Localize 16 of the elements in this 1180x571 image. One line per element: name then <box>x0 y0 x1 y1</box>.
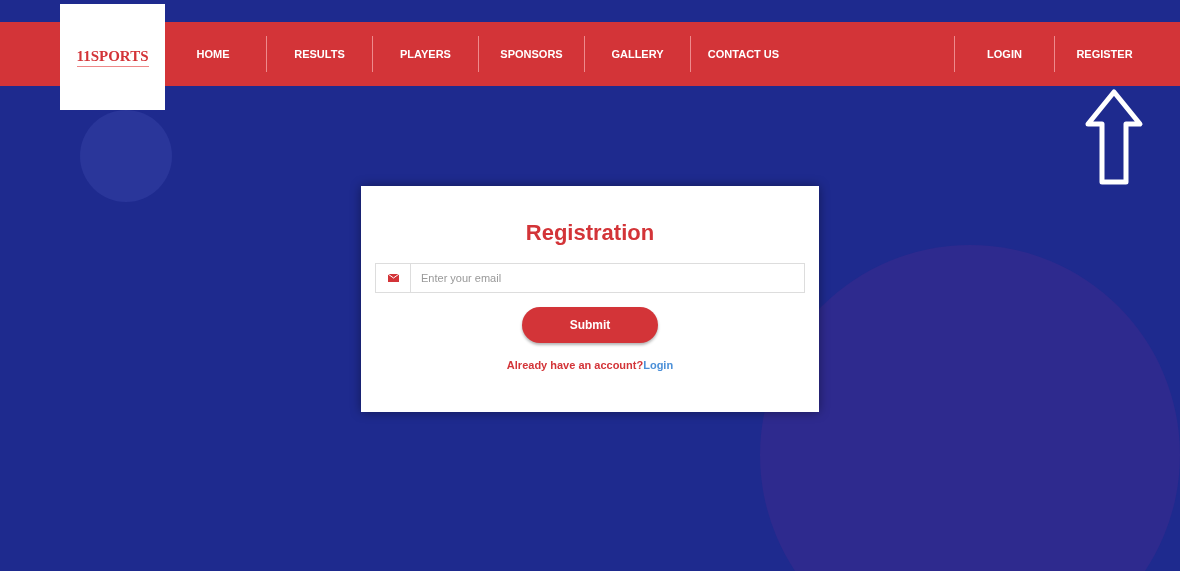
nav-link[interactable]: CONTACT US <box>707 45 780 63</box>
up-arrow-icon <box>1084 88 1144 186</box>
nav-link[interactable]: REGISTER <box>1076 45 1133 63</box>
nav-link[interactable]: LOGIN <box>987 45 1022 63</box>
nav-link[interactable]: HOME <box>196 45 230 63</box>
login-link[interactable]: Login <box>643 359 674 371</box>
nav-link[interactable]: GALLERY <box>611 45 664 63</box>
nav-link[interactable]: SPONSORS <box>500 45 563 63</box>
login-prompt: Already have an account?Login <box>506 358 674 373</box>
submit-button[interactable]: Submit <box>522 307 658 343</box>
nav-link[interactable]: PLAYERS <box>400 45 451 63</box>
logo[interactable]: 11SPORTS <box>76 47 149 67</box>
form-title: Registration <box>525 219 655 247</box>
nav-link[interactable]: RESULTS <box>294 45 345 63</box>
envelope-icon <box>387 274 399 282</box>
email-field[interactable]: Enter your email <box>411 263 805 293</box>
